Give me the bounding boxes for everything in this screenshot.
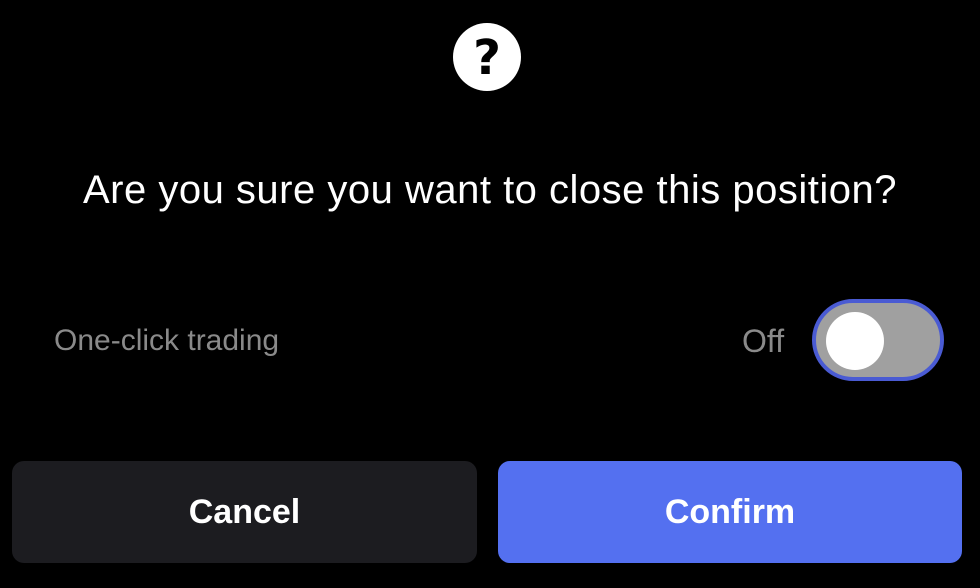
question-mark-glyph: ? bbox=[473, 30, 501, 86]
dialog-title: Are you sure you want to close this posi… bbox=[82, 168, 898, 212]
question-icon: ? bbox=[453, 23, 521, 91]
toggle-state-label: Off bbox=[742, 323, 785, 359]
close-position-dialog: ? Are you sure you want to close this po… bbox=[0, 0, 980, 588]
one-click-trading-toggle[interactable] bbox=[812, 299, 944, 381]
toggle-knob bbox=[826, 312, 884, 370]
cancel-button[interactable]: Cancel bbox=[12, 461, 477, 563]
confirm-button[interactable]: Confirm bbox=[498, 461, 962, 563]
one-click-trading-label: One-click trading bbox=[54, 324, 280, 357]
